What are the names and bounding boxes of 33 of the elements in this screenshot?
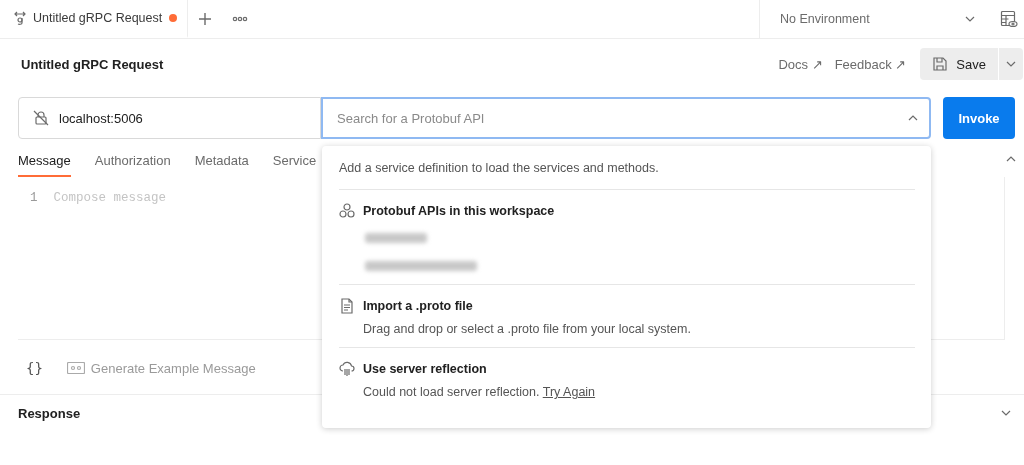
environment-quick-look-icon[interactable] [1000,10,1018,28]
method-search-field[interactable]: Search for a Protobuf API [321,97,931,139]
request-section-tab[interactable]: Service [272,153,317,177]
server-url-field[interactable]: localhost:5006 [18,97,321,139]
try-again-link[interactable]: Try Again [542,385,596,399]
circles-icon [339,203,355,219]
response-title: Response [18,405,81,421]
request-section-tab[interactable]: Authorization [94,153,171,177]
section-title[interactable]: Import a .proto file [363,299,473,313]
environment-selector[interactable]: No Environment [759,0,996,38]
generate-example-button[interactable]: Generate Example Message [66,360,256,376]
request-section-tab[interactable]: Metadata [194,153,249,177]
cloud-icon [339,361,355,377]
section-title[interactable]: Use server reflection [363,362,487,376]
grpc-icon [14,11,26,25]
header-link[interactable]: Docs ↗ [778,56,823,72]
beautify-button[interactable]: {} [26,360,43,376]
request-section-tab[interactable]: Message [18,153,71,177]
document-icon [339,298,355,314]
invoke-button[interactable]: Invoke [943,97,1015,139]
section-title: Protobuf APIs in this workspace [363,204,555,218]
lock-off-icon [33,110,49,126]
line-number: 1 [30,191,38,207]
header-link[interactable]: Feedback ↗ [834,56,907,72]
save-icon [932,56,949,72]
save-button[interactable]: Save [920,48,998,80]
plus-icon[interactable] [198,12,213,26]
example-icon [66,362,85,374]
dropdown-intro: Add a service definition to load the services and methods. [339,146,915,190]
more-icon[interactable] [232,16,249,22]
section-description: Could not load server reflection. Try Again [363,385,597,399]
section-description: Drag and drop or select a .proto file from your local system. [363,322,692,336]
request-title: Untitled gRPC Request [21,56,164,72]
